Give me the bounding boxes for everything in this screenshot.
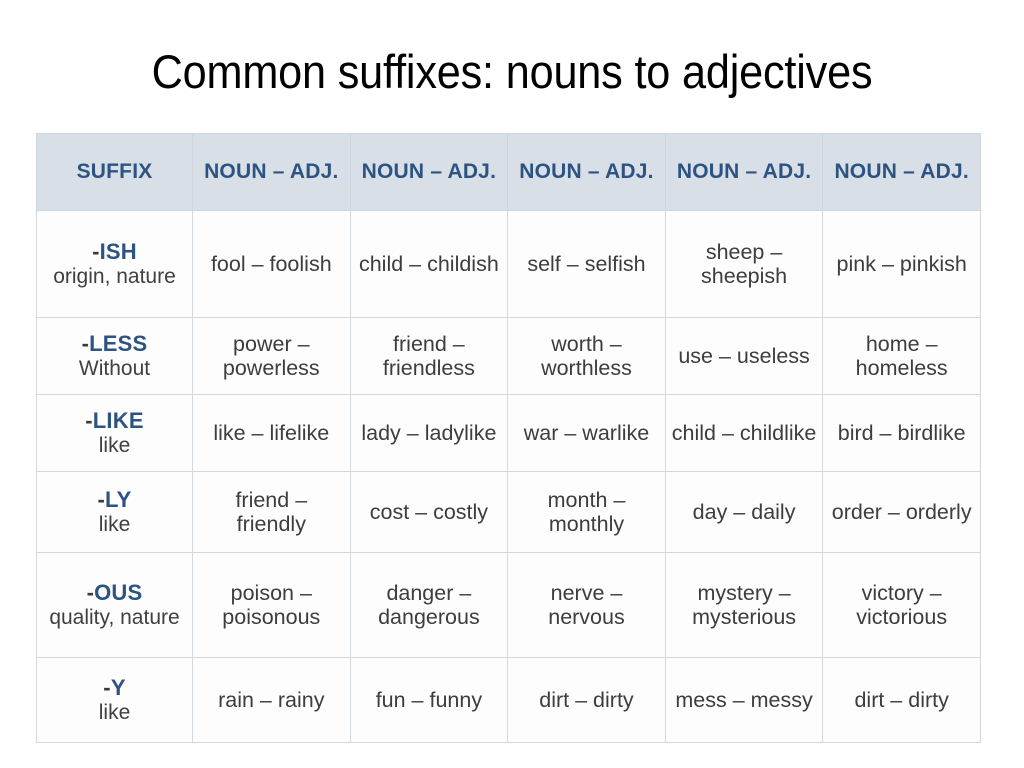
suffix-code: -LY [43,487,186,512]
suffix-dash: - [86,580,95,606]
example-cell: child – childlike [664,394,824,472]
suffix-dash: - [103,675,111,701]
column-header-example-3: NOUN – ADJ. [507,133,666,211]
suffix-code: -ISH [43,239,186,264]
example-cell: victory – victorious [822,552,981,658]
table-header-row: SUFFIX NOUN – ADJ. NOUN – ADJ. NOUN – AD… [36,133,981,211]
suffix-code: -OUS [43,580,186,605]
example-cell: pink – pinkish [822,210,981,318]
example-cell: mess – messy [664,657,824,743]
suffix-letters: LY [105,487,132,513]
example-cell: fool – foolish [192,210,351,318]
example-cell: like – lifelike [192,394,351,472]
suffix-letters: LESS [89,331,148,357]
column-header-example-2: NOUN – ADJ. [349,133,509,211]
suffix-code: -LESS [43,331,186,356]
table-body: -ISH origin, nature fool – foolish child… [36,210,981,743]
example-cell: power – powerless [192,317,351,395]
example-cell: dirt – dirty [822,657,981,743]
page-title: Common suffixes: nouns to adjectives [151,45,873,98]
suffix-dash: - [81,331,90,357]
example-cell: day – daily [664,471,824,553]
example-cell: sheep – sheepish [664,210,824,318]
suffix-dash: - [92,239,100,265]
suffix-cell: -OUS quality, nature [36,552,193,658]
suffix-meaning: quality, nature [49,606,180,630]
suffix-meaning: like [98,701,131,725]
example-cell: rain – rainy [192,657,351,743]
example-cell: lady – ladylike [349,394,509,472]
example-cell: nerve – nervous [507,552,666,658]
suffix-code: -Y [43,675,186,700]
slide: Common suffixes: nouns to adjectives SUF… [0,0,1024,768]
example-cell: month – monthly [507,471,666,553]
suffix-code: -LIKE [43,408,186,433]
suffix-cell: -Y like [36,657,193,743]
suffix-dash: - [97,487,106,513]
example-cell: fun – funny [349,657,509,743]
suffix-letters: LIKE [92,408,144,434]
suffix-cell: -LY like [36,471,193,553]
example-cell: use – useless [664,317,824,395]
example-cell: mystery – mysterious [664,552,824,658]
column-header-suffix: SUFFIX [36,133,193,211]
example-cell: war – warlike [507,394,666,472]
example-cell: self – selfish [507,210,666,318]
table-row: -LY like friend – friendly cost – costly… [36,471,981,553]
suffix-cell: -ISH origin, nature [36,210,193,318]
example-cell: child – childish [349,210,509,318]
example-cell: cost – costly [349,471,509,553]
table-row: -ISH origin, nature fool – foolish child… [36,210,981,318]
example-cell: friend – friendless [349,317,509,395]
example-cell: danger – dangerous [349,552,509,658]
suffix-meaning: like [98,513,131,537]
example-cell: worth – worthless [507,317,666,395]
suffix-letters: OUS [94,580,143,606]
suffix-cell: -LESS Without [36,317,193,395]
table-row: -Y like rain – rainy fun – funny dirt – … [36,657,981,743]
column-header-example-5: NOUN – ADJ. [822,133,981,211]
table-row: -OUS quality, nature poison – poisonous … [36,552,981,658]
column-header-example-4: NOUN – ADJ. [664,133,824,211]
table-header: SUFFIX NOUN – ADJ. NOUN – ADJ. NOUN – AD… [36,133,981,211]
example-cell: poison – poisonous [192,552,351,658]
example-cell: dirt – dirty [507,657,666,743]
table-row: -LIKE like like – lifelike lady – ladyli… [36,394,981,472]
suffix-dash: - [85,408,93,434]
suffix-table: SUFFIX NOUN – ADJ. NOUN – ADJ. NOUN – AD… [36,133,981,743]
suffix-letters: ISH [99,239,137,265]
example-cell: home – homeless [822,317,981,395]
suffix-table-container: SUFFIX NOUN – ADJ. NOUN – ADJ. NOUN – AD… [36,133,981,743]
example-cell: bird – birdlike [822,394,981,472]
example-cell: friend – friendly [192,471,351,553]
column-header-example-1: NOUN – ADJ. [192,133,351,211]
example-cell: order – orderly [822,471,981,553]
suffix-meaning: Without [78,357,151,381]
suffix-meaning: origin, nature [53,265,176,289]
suffix-cell: -LIKE like [36,394,193,472]
suffix-letters: Y [110,675,126,701]
suffix-meaning: like [98,434,131,458]
table-row: -LESS Without power – powerless friend –… [36,317,981,395]
